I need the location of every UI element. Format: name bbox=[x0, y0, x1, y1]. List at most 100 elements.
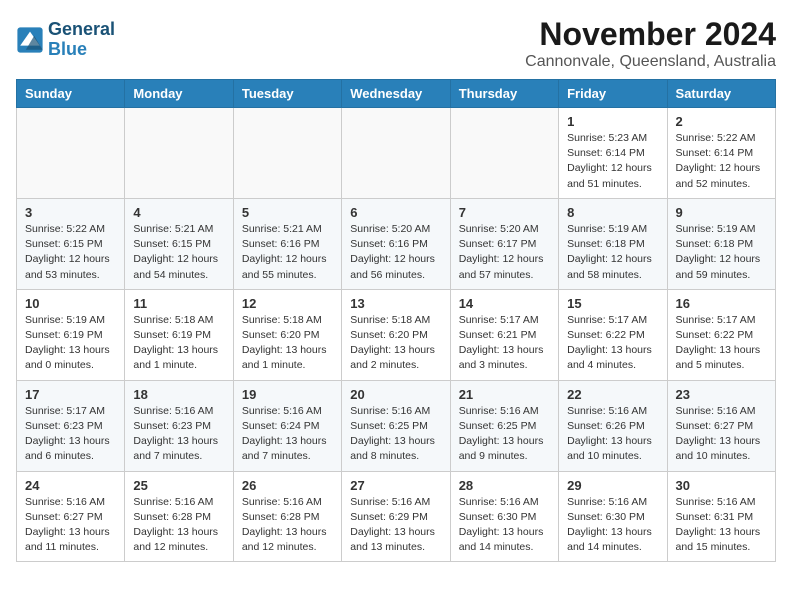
day-number: 28 bbox=[459, 478, 550, 493]
day-info: Sunrise: 5:18 AM Sunset: 6:20 PM Dayligh… bbox=[350, 313, 441, 374]
day-number: 13 bbox=[350, 296, 441, 311]
day-info: Sunrise: 5:18 AM Sunset: 6:20 PM Dayligh… bbox=[242, 313, 333, 374]
day-info: Sunrise: 5:19 AM Sunset: 6:18 PM Dayligh… bbox=[567, 222, 658, 283]
day-info: Sunrise: 5:22 AM Sunset: 6:15 PM Dayligh… bbox=[25, 222, 116, 283]
calendar-cell: 13 Sunrise: 5:18 AM Sunset: 6:20 PM Dayli… bbox=[342, 289, 450, 380]
calendar-cell: 3 Sunrise: 5:22 AM Sunset: 6:15 PM Daylig… bbox=[17, 198, 125, 289]
day-number: 7 bbox=[459, 205, 550, 220]
day-info: Sunrise: 5:16 AM Sunset: 6:28 PM Dayligh… bbox=[133, 495, 224, 556]
weekday-header: Tuesday bbox=[233, 80, 341, 108]
day-info: Sunrise: 5:21 AM Sunset: 6:16 PM Dayligh… bbox=[242, 222, 333, 283]
day-number: 27 bbox=[350, 478, 441, 493]
calendar: SundayMondayTuesdayWednesdayThursdayFrid… bbox=[16, 79, 776, 562]
calendar-week-row: 3 Sunrise: 5:22 AM Sunset: 6:15 PM Daylig… bbox=[17, 198, 776, 289]
day-number: 24 bbox=[25, 478, 116, 493]
calendar-cell: 17 Sunrise: 5:17 AM Sunset: 6:23 PM Dayli… bbox=[17, 380, 125, 471]
calendar-cell: 25 Sunrise: 5:16 AM Sunset: 6:28 PM Dayli… bbox=[125, 471, 233, 562]
day-number: 29 bbox=[567, 478, 658, 493]
calendar-cell: 19Sunrise: 5:16 AM Sunset: 6:24 PM Dayli… bbox=[233, 380, 341, 471]
day-info: Sunrise: 5:16 AM Sunset: 6:25 PM Dayligh… bbox=[459, 404, 550, 465]
day-number: 26 bbox=[242, 478, 333, 493]
calendar-week-row: 24 Sunrise: 5:16 AM Sunset: 6:27 PM Dayli… bbox=[17, 471, 776, 562]
day-info: Sunrise: 5:17 AM Sunset: 6:22 PM Dayligh… bbox=[676, 313, 767, 374]
day-number: 12 bbox=[242, 296, 333, 311]
day-number: 11 bbox=[133, 296, 224, 311]
day-number: 14 bbox=[459, 296, 550, 311]
day-info: Sunrise: 5:16 AM Sunset: 6:30 PM Dayligh… bbox=[567, 495, 658, 556]
calendar-cell: 11 Sunrise: 5:18 AM Sunset: 6:19 PM Dayli… bbox=[125, 289, 233, 380]
logo-text: General Blue bbox=[48, 20, 115, 60]
day-info: Sunrise: 5:16 AM Sunset: 6:28 PM Dayligh… bbox=[242, 495, 333, 556]
logo-line1: General bbox=[48, 20, 115, 40]
day-number: 21 bbox=[459, 387, 550, 402]
calendar-cell: 21 Sunrise: 5:16 AM Sunset: 6:25 PM Dayli… bbox=[450, 380, 558, 471]
day-number: 18 bbox=[133, 387, 224, 402]
calendar-cell: 9 Sunrise: 5:19 AM Sunset: 6:18 PM Daylig… bbox=[667, 198, 775, 289]
title-section: November 2024 Cannonvale, Queensland, Au… bbox=[525, 16, 776, 71]
day-info: Sunrise: 5:17 AM Sunset: 6:22 PM Dayligh… bbox=[567, 313, 658, 374]
calendar-week-row: 1 Sunrise: 5:23 AM Sunset: 6:14 PM Daylig… bbox=[17, 108, 776, 199]
location-title: Cannonvale, Queensland, Australia bbox=[525, 53, 776, 71]
calendar-cell: 10 Sunrise: 5:19 AM Sunset: 6:19 PM Dayli… bbox=[17, 289, 125, 380]
day-info: Sunrise: 5:16 AM Sunset: 6:31 PM Dayligh… bbox=[676, 495, 767, 556]
day-number: 6 bbox=[350, 205, 441, 220]
calendar-cell: 6 Sunrise: 5:20 AM Sunset: 6:16 PM Daylig… bbox=[342, 198, 450, 289]
day-info: Sunrise: 5:16 AM Sunset: 6:27 PM Dayligh… bbox=[676, 404, 767, 465]
calendar-cell bbox=[17, 108, 125, 199]
calendar-cell: 23Sunrise: 5:16 AM Sunset: 6:27 PM Dayli… bbox=[667, 380, 775, 471]
day-info: Sunrise: 5:16 AM Sunset: 6:30 PM Dayligh… bbox=[459, 495, 550, 556]
calendar-cell: 5 Sunrise: 5:21 AM Sunset: 6:16 PM Daylig… bbox=[233, 198, 341, 289]
day-info: Sunrise: 5:17 AM Sunset: 6:21 PM Dayligh… bbox=[459, 313, 550, 374]
day-number: 10 bbox=[25, 296, 116, 311]
weekday-header: Saturday bbox=[667, 80, 775, 108]
calendar-cell: 15 Sunrise: 5:17 AM Sunset: 6:22 PM Dayli… bbox=[559, 289, 667, 380]
weekday-header: Wednesday bbox=[342, 80, 450, 108]
calendar-cell: 18 Sunrise: 5:16 AM Sunset: 6:23 PM Dayli… bbox=[125, 380, 233, 471]
calendar-cell: 27 Sunrise: 5:16 AM Sunset: 6:29 PM Dayli… bbox=[342, 471, 450, 562]
header: General Blue November 2024 Cannonvale, Q… bbox=[16, 16, 776, 71]
day-info: Sunrise: 5:18 AM Sunset: 6:19 PM Dayligh… bbox=[133, 313, 224, 374]
logo: General Blue bbox=[16, 20, 115, 60]
calendar-cell: 24 Sunrise: 5:16 AM Sunset: 6:27 PM Dayli… bbox=[17, 471, 125, 562]
day-info: Sunrise: 5:17 AM Sunset: 6:23 PM Dayligh… bbox=[25, 404, 116, 465]
day-info: Sunrise: 5:22 AM Sunset: 6:14 PM Dayligh… bbox=[676, 131, 767, 192]
day-info: Sunrise: 5:20 AM Sunset: 6:17 PM Dayligh… bbox=[459, 222, 550, 283]
day-number: 8 bbox=[567, 205, 658, 220]
day-number: 9 bbox=[676, 205, 767, 220]
calendar-week-row: 10 Sunrise: 5:19 AM Sunset: 6:19 PM Dayli… bbox=[17, 289, 776, 380]
day-number: 1 bbox=[567, 114, 658, 129]
calendar-week-row: 17 Sunrise: 5:17 AM Sunset: 6:23 PM Dayli… bbox=[17, 380, 776, 471]
day-number: 22 bbox=[567, 387, 658, 402]
day-info: Sunrise: 5:23 AM Sunset: 6:14 PM Dayligh… bbox=[567, 131, 658, 192]
day-number: 4 bbox=[133, 205, 224, 220]
day-number: 3 bbox=[25, 205, 116, 220]
day-number: 15 bbox=[567, 296, 658, 311]
weekday-header: Friday bbox=[559, 80, 667, 108]
calendar-cell bbox=[233, 108, 341, 199]
day-number: 16 bbox=[676, 296, 767, 311]
day-number: 17 bbox=[25, 387, 116, 402]
calendar-cell: 22Sunrise: 5:16 AM Sunset: 6:26 PM Dayli… bbox=[559, 380, 667, 471]
calendar-cell: 28 Sunrise: 5:16 AM Sunset: 6:30 PM Dayli… bbox=[450, 471, 558, 562]
calendar-cell bbox=[125, 108, 233, 199]
weekday-header: Thursday bbox=[450, 80, 558, 108]
day-number: 25 bbox=[133, 478, 224, 493]
day-info: Sunrise: 5:19 AM Sunset: 6:19 PM Dayligh… bbox=[25, 313, 116, 374]
day-info: Sunrise: 5:16 AM Sunset: 6:27 PM Dayligh… bbox=[25, 495, 116, 556]
calendar-cell: 12 Sunrise: 5:18 AM Sunset: 6:20 PM Dayli… bbox=[233, 289, 341, 380]
day-info: Sunrise: 5:16 AM Sunset: 6:25 PM Dayligh… bbox=[350, 404, 441, 465]
logo-icon bbox=[16, 26, 44, 54]
day-info: Sunrise: 5:16 AM Sunset: 6:29 PM Dayligh… bbox=[350, 495, 441, 556]
day-info: Sunrise: 5:20 AM Sunset: 6:16 PM Dayligh… bbox=[350, 222, 441, 283]
day-number: 30 bbox=[676, 478, 767, 493]
calendar-cell: 4Sunrise: 5:21 AM Sunset: 6:15 PM Daylig… bbox=[125, 198, 233, 289]
day-info: Sunrise: 5:19 AM Sunset: 6:18 PM Dayligh… bbox=[676, 222, 767, 283]
day-info: Sunrise: 5:16 AM Sunset: 6:24 PM Dayligh… bbox=[242, 404, 333, 465]
logo-line2: Blue bbox=[48, 40, 115, 60]
day-number: 5 bbox=[242, 205, 333, 220]
day-info: Sunrise: 5:16 AM Sunset: 6:23 PM Dayligh… bbox=[133, 404, 224, 465]
calendar-cell: 26 Sunrise: 5:16 AM Sunset: 6:28 PM Dayli… bbox=[233, 471, 341, 562]
weekday-header: Monday bbox=[125, 80, 233, 108]
calendar-cell: 1 Sunrise: 5:23 AM Sunset: 6:14 PM Daylig… bbox=[559, 108, 667, 199]
calendar-cell bbox=[450, 108, 558, 199]
